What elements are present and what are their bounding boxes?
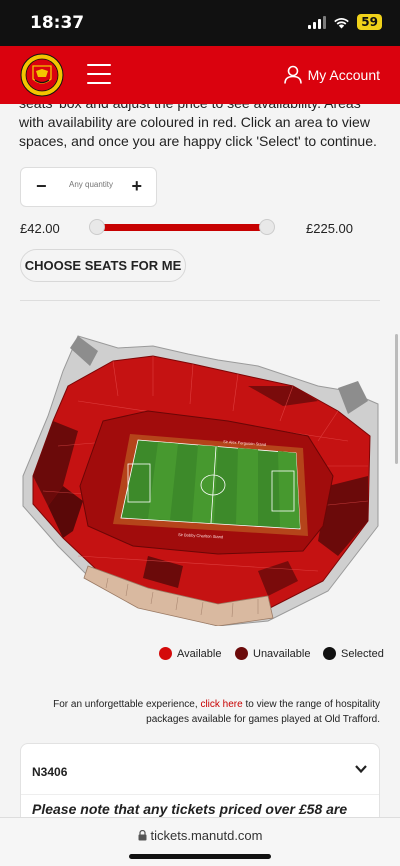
lock-icon [138,829,146,841]
quantity-plus-button[interactable]: + [131,176,142,197]
url-display[interactable]: tickets.manutd.com [0,828,400,843]
card-divider [21,794,379,795]
chevron-down-icon[interactable] [355,764,367,774]
quantity-input[interactable] [61,180,121,189]
url-text: tickets.manutd.com [150,828,263,843]
user-icon [283,65,302,84]
battery-icon: 59 [357,14,382,30]
price-slider-max-handle[interactable] [259,219,275,235]
price-min-label: £42.00 [20,221,60,236]
legend-available: Available [159,647,221,660]
quantity-minus-button[interactable]: − [36,176,47,197]
hospitality-text: For an unforgettable experience, click h… [20,697,380,727]
signal-icon [308,15,327,29]
availability-legend: Available Unavailable Selected [0,647,400,663]
ticket-price-note: Please note that any tickets priced over… [32,801,348,817]
available-dot-icon [159,647,172,660]
hospitality-link[interactable]: click here [200,699,242,710]
intro-text: seats' box and adjust the price to see a… [19,104,377,149]
status-icons: 59 [308,14,382,30]
hospitality-before: For an unforgettable experience, [53,699,201,710]
home-indicator [129,854,271,859]
quantity-stepper: − + [20,167,157,207]
my-account-label: My Account [307,66,380,83]
legend-unavailable: Unavailable [235,647,310,660]
price-slider-track[interactable] [97,224,267,231]
ticket-info-card[interactable]: N3406 Please note that any tickets price… [20,743,380,817]
stadium-seat-map[interactable]: Sir Alex Ferguson Stand Sir Bobby Charlt… [18,326,380,626]
page-content[interactable]: seats' box and adjust the price to see a… [0,104,400,817]
menu-hamburger-icon[interactable] [87,64,111,84]
ticket-code: N3406 [32,765,68,779]
site-header: My Account [0,46,400,104]
club-crest-logo[interactable] [20,52,64,98]
status-bar: 18:37 59 [0,0,400,46]
section-divider [20,300,380,301]
browser-url-bar[interactable]: tickets.manutd.com [0,817,400,866]
wifi-icon [334,17,350,28]
legend-selected: Selected [323,647,384,660]
legend-available-label: Available [177,647,222,660]
status-time: 18:37 [30,13,85,33]
legend-unavailable-label: Unavailable [253,647,311,660]
selected-dot-icon [323,647,336,660]
choose-seats-button[interactable]: CHOOSE SEATS FOR ME [20,249,186,282]
scrollbar-thumb[interactable] [395,334,398,464]
unavailable-dot-icon [235,647,248,660]
price-slider-min-handle[interactable] [89,219,105,235]
legend-selected-label: Selected [341,647,384,660]
my-account-link[interactable]: My Account [283,65,380,84]
price-max-label: £225.00 [306,221,353,236]
